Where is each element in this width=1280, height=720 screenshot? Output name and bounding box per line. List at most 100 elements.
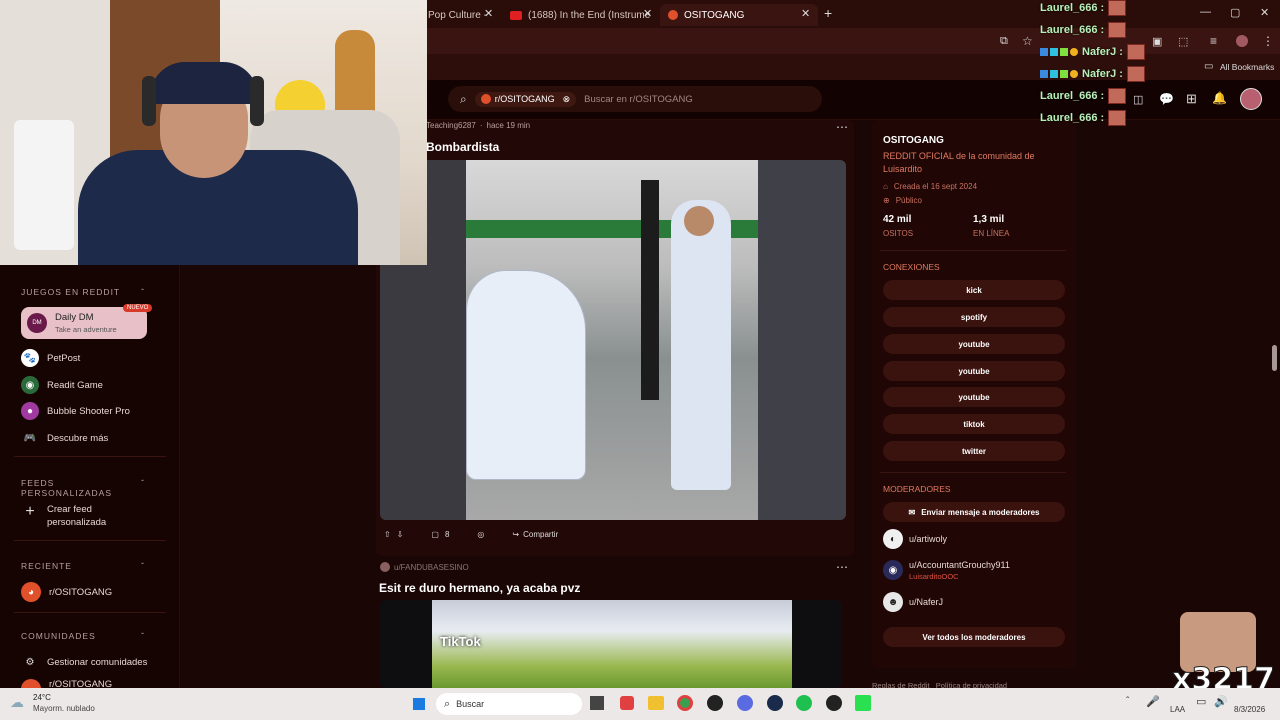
comment-icon: ▢ bbox=[431, 530, 439, 539]
windows-start-icon[interactable] bbox=[411, 696, 427, 712]
section-label: RECIENTE bbox=[21, 561, 72, 571]
extension-icon[interactable]: ▣ bbox=[1152, 35, 1162, 48]
connection-youtube[interactable]: youtube bbox=[883, 361, 1065, 381]
chat-icon[interactable]: 💬 bbox=[1159, 92, 1174, 106]
more-icon[interactable]: ⋮ bbox=[1262, 34, 1274, 48]
all-bookmarks[interactable]: All Bookmarks bbox=[1220, 62, 1274, 72]
games-section-header[interactable]: JUEGOS EN REDDIT ˆ bbox=[21, 287, 145, 297]
moderator-item[interactable]: ◐ u/artiwoly bbox=[883, 529, 947, 549]
post-actions: ⇧ ⇩ ▢ 8 ◎ ↪ Compartir bbox=[384, 530, 558, 539]
post-author[interactable]: u/FANDUBASESINO bbox=[394, 563, 469, 572]
downvote-icon[interactable]: ⇩ bbox=[397, 530, 404, 539]
chevron-down-icon: ˇ bbox=[141, 631, 145, 641]
chevron-up-icon[interactable]: ˆ bbox=[1126, 696, 1129, 707]
community-name: OSITOGANG bbox=[883, 135, 944, 146]
sidebar-item-bubble-shooter[interactable]: ● Bubble Shooter Pro bbox=[21, 402, 130, 420]
award-icon[interactable]: ◎ bbox=[477, 530, 484, 539]
connection-twitter[interactable]: twitter bbox=[883, 441, 1065, 461]
moderator-item[interactable]: ◉ u/AccountantGrouchy911 LuisarditoOOC bbox=[883, 560, 1010, 581]
app-icon[interactable] bbox=[855, 695, 871, 711]
post-media[interactable]: TikTok bbox=[380, 600, 842, 688]
weather-icon: ☁ bbox=[10, 694, 24, 710]
close-icon[interactable]: ✕ bbox=[643, 7, 652, 20]
share-button[interactable]: ↪ Compartir bbox=[512, 530, 558, 539]
user-avatar[interactable] bbox=[1240, 88, 1262, 110]
obs-icon[interactable] bbox=[826, 695, 842, 711]
manage-communities-button[interactable]: ⚙ Gestionar comunidades bbox=[21, 653, 148, 671]
view-all-mods-button[interactable]: Ver todos los moderadores bbox=[883, 627, 1065, 647]
spotify-icon[interactable] bbox=[796, 695, 812, 711]
weather-desc[interactable]: Mayorm. nublado bbox=[33, 704, 95, 713]
community-chip[interactable]: r/OSITOGANG ⊗ bbox=[474, 91, 577, 107]
weather-temp[interactable]: 24°C bbox=[33, 693, 51, 702]
chrome-icon[interactable] bbox=[677, 695, 693, 711]
moderator-item[interactable]: ☻ u/NaferJ bbox=[883, 592, 943, 612]
post-title[interactable]: Bombardista bbox=[426, 140, 499, 154]
avatar: ☻ bbox=[883, 592, 903, 612]
create-post-icon[interactable]: ⊞ bbox=[1186, 91, 1197, 107]
taskbar-search[interactable]: ⌕ Buscar bbox=[436, 693, 582, 715]
tab-youtube[interactable]: (1688) In the End (Instrume bbox=[502, 4, 658, 26]
video-thumbnail: TikTok bbox=[432, 600, 792, 688]
custom-feeds-section-header[interactable]: FEEDS PERSONALIZADAS ˇ bbox=[21, 478, 145, 498]
close-window-icon[interactable]: ✕ bbox=[1260, 6, 1269, 19]
clock-date[interactable]: 8/3/2026 bbox=[1234, 705, 1265, 714]
ads-icon[interactable]: ◫ bbox=[1133, 93, 1143, 106]
emote-image bbox=[1108, 88, 1127, 104]
close-icon[interactable]: ✕ bbox=[484, 7, 493, 20]
vote-buttons[interactable]: ⇧ ⇩ bbox=[384, 530, 403, 539]
task-view-icon[interactable] bbox=[590, 696, 604, 710]
connection-youtube[interactable]: youtube bbox=[883, 387, 1065, 407]
scrollbar-thumb[interactable] bbox=[1272, 345, 1277, 371]
puzzle-icon[interactable]: ⬚ bbox=[1178, 35, 1188, 48]
app-icon[interactable] bbox=[707, 695, 723, 711]
more-options-icon[interactable]: ⋯ bbox=[836, 120, 848, 134]
connection-spotify[interactable]: spotify bbox=[883, 307, 1065, 327]
search-input[interactable]: Buscar en r/OSITOGANG bbox=[584, 94, 693, 105]
paw-icon: 🐾 bbox=[21, 349, 39, 367]
post-card[interactable]: u/FANDUBASESINO ⋯ Esit re duro hermano, … bbox=[376, 560, 854, 688]
create-feed-button[interactable]: + Crear feed personalizada bbox=[21, 503, 117, 529]
comments-button[interactable]: ▢ 8 bbox=[431, 530, 449, 539]
clear-chip-icon[interactable]: ⊗ bbox=[563, 94, 571, 105]
volume-icon[interactable]: 🔊 bbox=[1214, 695, 1228, 708]
keyboard-language[interactable]: LAA bbox=[1170, 705, 1185, 714]
network-icon[interactable]: ▭ bbox=[1196, 695, 1206, 708]
sidebar-item-discover-more[interactable]: 🎮 Descubre más bbox=[21, 429, 108, 447]
sidebar-item-readit-game[interactable]: ◉ Readit Game bbox=[21, 376, 103, 394]
microphone-icon[interactable]: 🎤 bbox=[1146, 695, 1160, 708]
upvote-icon[interactable]: ⇧ bbox=[384, 530, 391, 539]
steam-icon[interactable] bbox=[767, 695, 783, 711]
discord-icon[interactable] bbox=[737, 695, 753, 711]
post-media[interactable] bbox=[380, 160, 846, 520]
connection-youtube[interactable]: youtube bbox=[883, 334, 1065, 354]
post-author[interactable]: Teaching6287 bbox=[426, 121, 476, 130]
close-icon[interactable]: ✕ bbox=[801, 7, 810, 20]
message-mods-button[interactable]: ✉ Enviar mensaje a moderadores bbox=[883, 502, 1065, 522]
bookmark-star-icon[interactable]: ☆ bbox=[1022, 34, 1033, 48]
connection-kick[interactable]: kick bbox=[883, 280, 1065, 300]
recent-section-header[interactable]: RECIENTE ˇ bbox=[21, 561, 145, 571]
sidebar-item-petpost[interactable]: 🐾 PetPost bbox=[21, 349, 80, 367]
menu-icon[interactable]: ≡ bbox=[1210, 34, 1217, 48]
sidebar-item-recent-community[interactable]: ◕ r/OSITOGANG bbox=[21, 582, 112, 602]
file-explorer-icon[interactable] bbox=[648, 696, 664, 710]
notification-bell-icon[interactable]: 🔔 bbox=[1212, 91, 1227, 105]
connection-tiktok[interactable]: tiktok bbox=[883, 414, 1065, 434]
profile-avatar[interactable] bbox=[1236, 35, 1248, 47]
sidebar-item-community[interactable]: r/OSITOGANG bbox=[21, 679, 112, 688]
app-icon[interactable] bbox=[620, 696, 634, 710]
moderator-name: u/artiwoly bbox=[909, 534, 948, 544]
search-bar[interactable]: ⌕ r/OSITOGANG ⊗ Buscar en r/OSITOGANG bbox=[448, 86, 822, 112]
communities-section-header[interactable]: COMUNIDADES ˇ bbox=[21, 631, 145, 641]
more-options-icon[interactable]: ⋯ bbox=[836, 560, 848, 574]
author-avatar bbox=[380, 562, 390, 572]
minimize-icon[interactable]: — bbox=[1200, 6, 1211, 18]
tab-label: (1688) In the End (Instrume bbox=[528, 9, 651, 21]
new-tab-icon[interactable]: + bbox=[824, 5, 832, 21]
cast-icon[interactable]: ⧉ bbox=[1000, 35, 1008, 48]
maximize-icon[interactable]: ▢ bbox=[1230, 6, 1240, 19]
tab-ositogang[interactable]: OSITOGANG bbox=[660, 4, 818, 26]
post-card[interactable]: Teaching6287 · hace 19 min ⋯ Bombardista ⇧… bbox=[376, 120, 854, 556]
post-title[interactable]: Esit re duro hermano, ya acaba pvz bbox=[379, 581, 580, 595]
